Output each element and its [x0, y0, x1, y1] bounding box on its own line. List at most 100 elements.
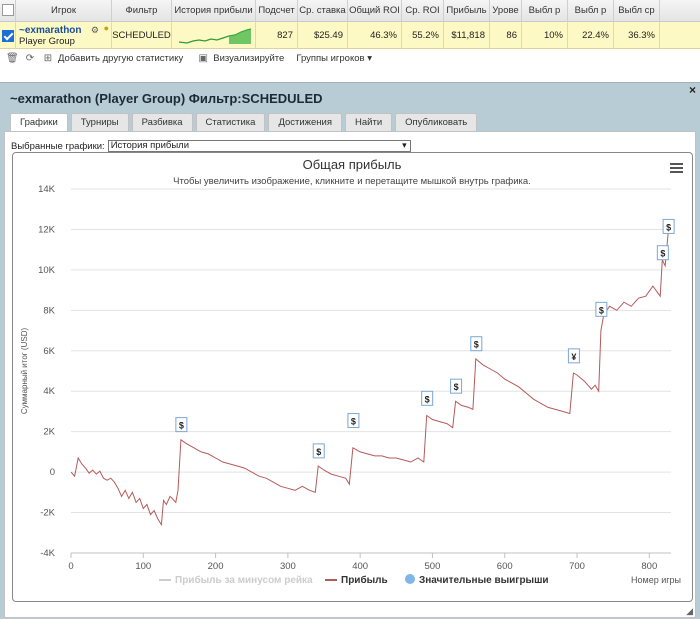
- cash1-cell: 10%: [522, 22, 568, 49]
- col-overflow: [660, 0, 700, 22]
- y-tick-label: -2K: [40, 508, 55, 519]
- y-tick-label: 4K: [43, 386, 55, 397]
- y-tick-label: 2K: [43, 427, 55, 438]
- y-tick-label: 12K: [38, 224, 56, 235]
- panel-title: ~exmarathon (Player Group) Фильтр:SCHEDU…: [10, 91, 323, 106]
- col-profit-history[interactable]: История прибыли: [172, 0, 256, 22]
- x-axis-title: Номер игры: [631, 575, 681, 585]
- chart-menu-icon[interactable]: [670, 163, 683, 173]
- x-tick-label: 800: [641, 561, 657, 572]
- tab-statistics[interactable]: Статистика: [195, 113, 266, 131]
- chevron-down-icon: ▾: [367, 52, 372, 64]
- tab-charts[interactable]: Графики: [10, 113, 68, 131]
- col-avg-roi[interactable]: Ср. ROI: [402, 0, 444, 22]
- col-filter[interactable]: Фильтр: [112, 0, 172, 22]
- close-icon[interactable]: ×: [689, 83, 696, 97]
- y-tick-label: 0: [50, 467, 55, 478]
- add-stats-icon[interactable]: ⊞: [42, 53, 54, 64]
- col-avg-stake[interactable]: Ср. ставка: [298, 0, 348, 22]
- sparkline-chart: [178, 27, 251, 44]
- big-win-flag-label: ¥: [571, 352, 576, 362]
- total-roi-cell: 46.3%: [348, 22, 402, 49]
- level-cell: 86: [490, 22, 522, 49]
- x-tick-label: 700: [569, 561, 585, 572]
- player-detail-panel: ~exmarathon (Player Group) Фильтр:SCHEDU…: [0, 82, 700, 619]
- col-cash-3[interactable]: Выбл ср: [614, 0, 660, 22]
- select-all-checkbox-cell[interactable]: [0, 0, 16, 22]
- table-row[interactable]: ~exmarathon Player Group ⚙ ● SCHEDULED 8…: [0, 22, 700, 49]
- big-win-flag-label: $: [660, 249, 665, 259]
- player-groups-label[interactable]: Группы игроков: [296, 53, 364, 64]
- profit-series-line: [70, 229, 672, 527]
- trophy-icon: ●: [103, 23, 109, 33]
- x-tick-label: 600: [497, 561, 513, 572]
- chart-subtitle: Чтобы увеличить изображение, кликните и …: [173, 176, 531, 187]
- overflow-cell: [660, 22, 700, 49]
- tab-breakdown[interactable]: Разбивка: [131, 113, 193, 131]
- tab-achievements[interactable]: Достижения: [268, 113, 343, 131]
- col-level[interactable]: Урове: [490, 0, 522, 22]
- big-win-flag-label: $: [351, 417, 356, 427]
- table-toolbar: 🗑 ⟳ ⊞ Добавить другую статистику ▣ Визуа…: [0, 50, 700, 66]
- player-cell[interactable]: ~exmarathon Player Group ⚙ ●: [16, 22, 112, 49]
- col-profit[interactable]: Прибыль: [444, 0, 490, 22]
- cash3-cell: 36.3%: [614, 22, 660, 49]
- trash-icon[interactable]: 🗑: [6, 53, 19, 64]
- big-win-flag-label: $: [316, 447, 321, 457]
- chart-svg[interactable]: Общая прибыль Чтобы увеличить изображение…: [13, 153, 692, 601]
- cash2-cell: 22.4%: [568, 22, 614, 49]
- chart-title: Общая прибыль: [303, 157, 402, 172]
- legend-net-profit: Прибыль за минусом рейка: [175, 574, 313, 586]
- resize-handle-icon[interactable]: ◢: [686, 606, 693, 617]
- y-tick-label: 14K: [38, 184, 56, 195]
- x-tick-label: 300: [280, 561, 296, 572]
- player-group: Player Group: [19, 35, 75, 47]
- chart-selector-value: История прибыли: [110, 140, 190, 151]
- x-tick-label: 0: [68, 561, 73, 572]
- tab-content: Выбранные графики: История прибыли Общая…: [4, 131, 696, 618]
- stats-table-header: Игрок Фильтр История прибыли Подсчет Ср.…: [0, 0, 700, 22]
- avg-stake-cell: $25.49: [298, 22, 348, 49]
- add-stats-button[interactable]: Добавить другую статистику: [58, 53, 183, 64]
- legend-profit: Прибыль: [341, 574, 388, 586]
- player-groups-button[interactable]: Группы игроков ▾: [296, 53, 372, 64]
- y-tick-label: 10K: [38, 265, 56, 276]
- profit-cell: $11,818: [444, 22, 490, 49]
- col-cash-1[interactable]: Выбл р: [522, 0, 568, 22]
- big-win-flag-label: $: [454, 382, 459, 392]
- x-tick-label: 400: [352, 561, 368, 572]
- col-count[interactable]: Подсчет: [256, 0, 298, 22]
- count-cell: 827: [256, 22, 298, 49]
- profit-chart[interactable]: Общая прибыль Чтобы увеличить изображение…: [12, 152, 693, 602]
- y-tick-label: 6K: [43, 346, 55, 357]
- visualize-icon[interactable]: ▣: [197, 53, 209, 64]
- tab-find[interactable]: Найти: [345, 113, 393, 131]
- chart-selector[interactable]: История прибыли: [107, 140, 411, 152]
- big-win-flag-label: $: [425, 394, 430, 404]
- player-name[interactable]: ~exmarathon: [19, 25, 82, 36]
- row-checkbox-cell[interactable]: [0, 22, 16, 49]
- col-player[interactable]: Игрок: [16, 0, 112, 22]
- y-tick-label: 8K: [43, 305, 55, 316]
- tab-publish[interactable]: Опубликовать: [395, 113, 478, 131]
- player-settings-icon[interactable]: ⚙: [91, 25, 99, 36]
- avg-roi-cell: 55.2%: [402, 22, 444, 49]
- tab-tournaments[interactable]: Турниры: [70, 113, 129, 131]
- col-cash-2[interactable]: Выбл р: [568, 0, 614, 22]
- visualize-button[interactable]: Визуализируйте: [213, 53, 284, 64]
- refresh-icon[interactable]: ⟳: [24, 53, 36, 64]
- filter-cell: SCHEDULED: [112, 22, 172, 49]
- y-tick-label: -4K: [40, 548, 55, 559]
- legend-big-wins: Значительные выигрыши: [419, 575, 549, 586]
- chart-selector-row: Выбранные графики: История прибыли: [11, 140, 411, 152]
- profit-sparkline[interactable]: [172, 22, 256, 49]
- select-all-checkbox[interactable]: [2, 4, 14, 16]
- x-tick-label: 500: [425, 561, 441, 572]
- col-total-roi[interactable]: Общий ROI: [348, 0, 402, 22]
- chart-selector-label: Выбранные графики:: [11, 140, 105, 152]
- big-win-flag-label: $: [474, 340, 479, 350]
- panel-tabs: Графики Турниры Разбивка Статистика Дост…: [10, 113, 480, 131]
- big-win-flag-label: $: [666, 222, 671, 232]
- row-checkbox[interactable]: [1, 29, 14, 42]
- x-tick-label: 100: [135, 561, 151, 572]
